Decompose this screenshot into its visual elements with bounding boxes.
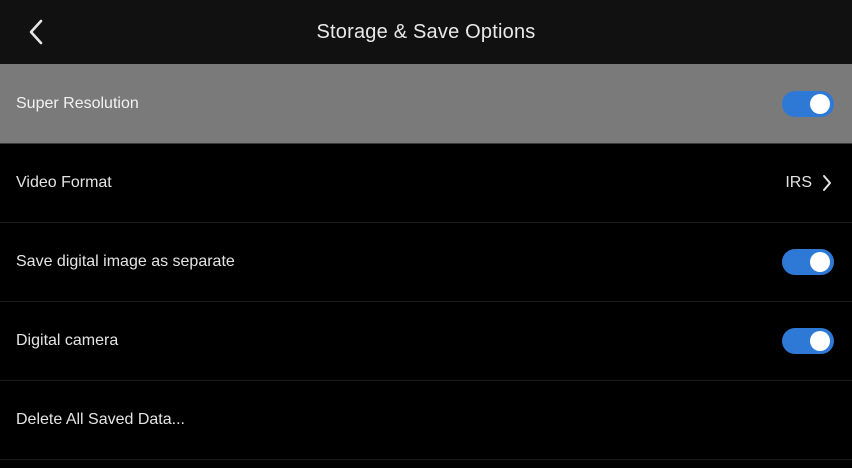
super-resolution-toggle[interactable] — [782, 90, 834, 117]
digital-camera-toggle[interactable] — [782, 328, 834, 354]
back-button[interactable] — [16, 12, 56, 52]
settings-screen: Storage & Save Options Super Resolution … — [0, 0, 852, 468]
toggle-knob — [810, 252, 830, 272]
toggle-knob — [810, 331, 830, 351]
header-bar: Storage & Save Options — [0, 0, 852, 64]
settings-list: Super Resolution Video Format IRS Save d… — [0, 64, 852, 460]
save-digital-image-toggle[interactable] — [782, 249, 834, 275]
setting-digital-camera[interactable]: Digital camera — [0, 302, 852, 381]
setting-label: Digital camera — [16, 332, 119, 349]
video-format-value: IRS — [785, 174, 812, 191]
setting-save-digital-image[interactable]: Save digital image as separate — [0, 223, 852, 302]
video-format-selector[interactable]: IRS — [785, 171, 832, 195]
setting-label: Super Resolution — [16, 94, 139, 112]
chevron-left-icon — [28, 19, 44, 45]
delete-all-saved-data-button[interactable]: Delete All Saved Data... — [0, 381, 852, 460]
setting-label: Save digital image as separate — [16, 253, 235, 270]
setting-video-format[interactable]: Video Format IRS — [0, 144, 852, 223]
setting-label: Video Format — [16, 174, 112, 191]
chevron-right-icon — [822, 174, 832, 192]
toggle-knob — [810, 93, 830, 114]
setting-super-resolution[interactable]: Super Resolution — [0, 64, 852, 144]
setting-label: Delete All Saved Data... — [16, 411, 185, 428]
page-title: Storage & Save Options — [316, 20, 536, 43]
